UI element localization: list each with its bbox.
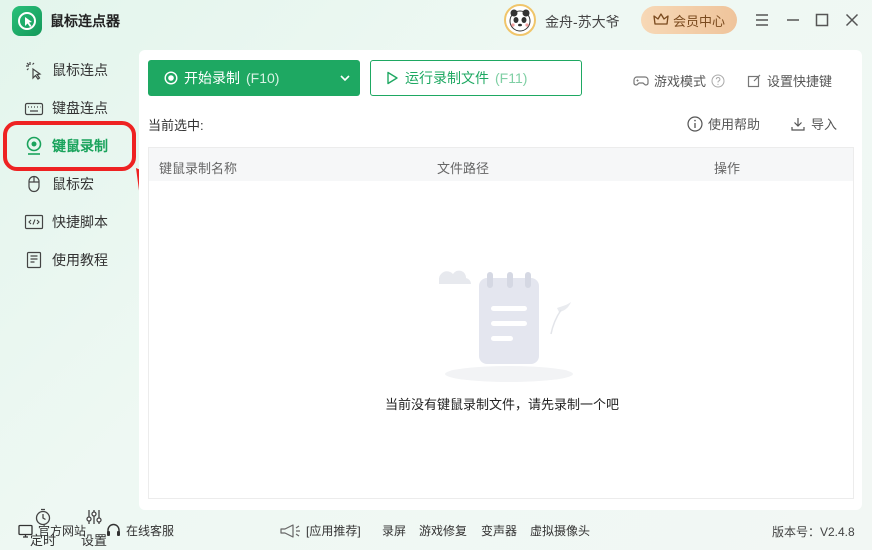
app-title: 鼠标连点器: [50, 13, 120, 29]
title-bar: 鼠标连点器 金舟-苏大爷 会员中心: [0, 0, 872, 40]
gamepad-icon: [633, 75, 649, 86]
footer-link-game-repair[interactable]: 游戏修复: [419, 522, 467, 539]
app-logo-icon: [12, 6, 42, 36]
vip-center-label: 会员中心: [672, 13, 725, 29]
vip-center-button[interactable]: 会员中心: [641, 6, 737, 34]
import-button[interactable]: 导入: [790, 114, 837, 133]
app-recommend-link[interactable]: [应用推荐]: [279, 522, 361, 539]
edit-icon: [747, 74, 761, 88]
record-icon: [26, 136, 42, 155]
start-record-label: 开始录制: [184, 70, 240, 86]
megaphone-icon: [280, 523, 300, 538]
footer: 官方网站 在线客服 [应用推荐] 录屏 游戏修复 变声器 虚拟摄像头 版本号：V…: [0, 516, 872, 544]
sidebar-item-mouse-click[interactable]: 鼠标连点: [14, 54, 134, 86]
chevron-down-icon: [340, 75, 350, 82]
menu-button[interactable]: [752, 10, 772, 30]
minimize-button[interactable]: [783, 10, 803, 30]
maximize-button[interactable]: [812, 10, 832, 30]
download-icon: [791, 117, 805, 131]
minimize-icon: [787, 19, 799, 21]
user-name[interactable]: 金舟-苏大爷: [545, 12, 620, 32]
empty-notepad-icon: [439, 270, 573, 382]
column-actions: 操作: [714, 161, 741, 176]
sidebar-item-label: 鼠标连点: [52, 62, 108, 78]
online-support-label: 在线客服: [126, 524, 175, 538]
close-icon: [845, 13, 859, 27]
start-record-button[interactable]: 开始录制 (F10): [148, 60, 360, 96]
menu-icon: [756, 14, 768, 26]
sidebar-item-kbm-record[interactable]: 键鼠录制: [14, 130, 134, 162]
app-recommend-label: [应用推荐]: [306, 524, 361, 538]
sidebar-item-label: 使用教程: [52, 252, 108, 268]
official-website-link[interactable]: 官方网站: [18, 522, 86, 539]
table-body: 当前没有键鼠录制文件，请先录制一个吧: [148, 181, 854, 499]
sidebar-item-keyboard-click[interactable]: 键盘连点: [14, 92, 134, 124]
column-name: 键鼠录制名称: [159, 161, 238, 176]
sidebar: 鼠标连点 键盘连点 键鼠录制 鼠标宏 快捷脚本 使用教程 定时 设置: [0, 50, 138, 548]
sidebar-item-tutorial[interactable]: 使用教程: [14, 244, 134, 276]
help-button[interactable]: 使用帮助: [687, 114, 760, 133]
main-panel: 开始录制 (F10) 运行录制文件 (F11) 游戏模式 设置快捷键 当前选中:…: [139, 50, 862, 510]
online-support-link[interactable]: 在线客服: [106, 522, 174, 539]
book-icon: [26, 251, 42, 269]
import-label: 导入: [811, 117, 838, 132]
sidebar-item-label: 鼠标宏: [52, 176, 94, 192]
run-record-file-hotkey: (F11): [495, 70, 528, 86]
close-button[interactable]: [842, 10, 862, 30]
mouse-icon: [28, 175, 40, 193]
footer-link-virtual-camera[interactable]: 虚拟摄像头: [530, 522, 590, 539]
table-header: 键鼠录制名称 文件路径 操作: [148, 147, 854, 181]
sidebar-item-label: 键鼠录制: [52, 138, 108, 154]
help-label: 使用帮助: [708, 117, 761, 132]
game-mode-toggle[interactable]: 游戏模式: [633, 71, 725, 90]
set-hotkey-label: 设置快捷键: [767, 74, 833, 89]
start-record-dropdown[interactable]: [330, 60, 360, 96]
click-icon: [26, 62, 42, 80]
sidebar-item-label: 快捷脚本: [52, 214, 108, 230]
info-icon: [687, 115, 703, 132]
monitor-icon: [18, 524, 33, 538]
run-record-file-label: 运行录制文件: [405, 70, 489, 86]
user-avatar[interactable]: [504, 4, 536, 36]
version-label: 版本号：V2.4.8: [772, 525, 855, 539]
record-dot-icon: [164, 71, 178, 85]
footer-link-voice-changer[interactable]: 变声器: [481, 522, 517, 539]
sidebar-item-mouse-macro[interactable]: 鼠标宏: [14, 168, 134, 200]
footer-link-screen-record[interactable]: 录屏: [382, 522, 406, 539]
set-hotkey-button[interactable]: 设置快捷键: [747, 71, 832, 90]
keyboard-icon: [24, 102, 44, 116]
start-record-hotkey: (F10): [246, 70, 280, 86]
code-icon: [24, 214, 44, 230]
game-mode-label: 游戏模式: [654, 74, 707, 89]
headset-icon: [107, 523, 120, 536]
empty-state-text: 当前没有键鼠录制文件，请先录制一个吧: [384, 397, 619, 412]
play-icon: [387, 71, 398, 85]
crown-icon: [653, 13, 669, 25]
sidebar-item-quick-script[interactable]: 快捷脚本: [14, 206, 134, 238]
official-website-label: 官方网站: [38, 524, 87, 538]
maximize-icon: [815, 13, 829, 27]
run-record-file-button[interactable]: 运行录制文件 (F11): [370, 60, 582, 96]
current-selection-label: 当前选中:: [148, 118, 204, 133]
help-circle-icon[interactable]: [711, 74, 725, 88]
column-path: 文件路径: [437, 161, 490, 176]
sidebar-item-label: 键盘连点: [52, 100, 108, 116]
